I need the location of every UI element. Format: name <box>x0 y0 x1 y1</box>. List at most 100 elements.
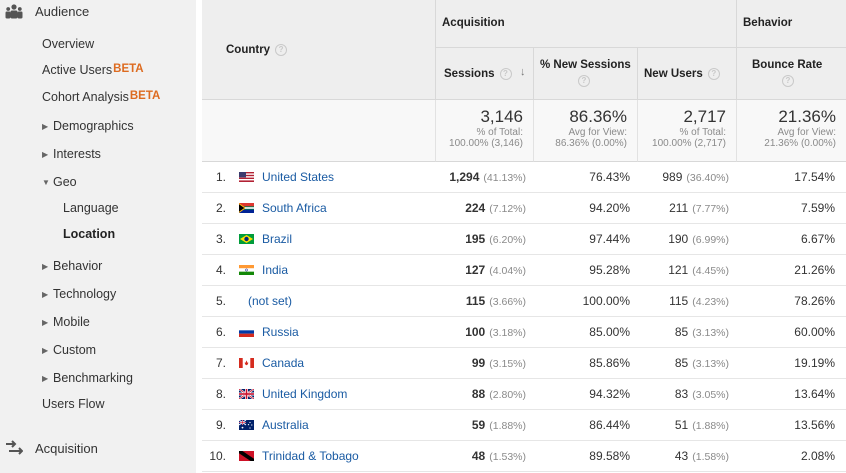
new-users-cell: 190 (6.99%) <box>638 224 729 254</box>
new-users-cell: 43 (1.58%) <box>638 441 729 471</box>
row-rank: 6. <box>215 325 226 339</box>
sessions-cell: 1,294 (41.13%) <box>436 162 526 192</box>
country-link[interactable]: India <box>262 255 288 285</box>
country-flag-icon <box>239 389 254 399</box>
sessions-percent: (3.18%) <box>489 327 526 339</box>
new-users-cell: 989 (36.40%) <box>638 162 729 192</box>
sessions-percent: (1.88%) <box>489 420 526 432</box>
new-users-header-label: New Users <box>644 68 703 81</box>
total-detail: 100.00% (3,146) <box>449 138 523 149</box>
new-users-percent: (36.40%) <box>686 172 729 184</box>
new-users-percent: (3.13%) <box>692 327 729 339</box>
sidebar-item-users-flow[interactable]: Users Flow <box>42 397 105 411</box>
sessions-percent: (41.13%) <box>483 172 526 184</box>
help-icon[interactable]: ? <box>578 75 590 87</box>
sort-descending-icon[interactable]: ↓ <box>520 66 526 78</box>
new-users-percent: (3.05%) <box>692 389 729 401</box>
country-link[interactable]: Trinidad & Tobago <box>262 441 359 471</box>
country-link[interactable]: Canada <box>262 348 304 378</box>
new-users-cell: 121 (4.45%) <box>638 255 729 285</box>
total-caption: % of Total: <box>476 127 523 138</box>
beta-badge: BETA <box>113 63 144 75</box>
country-link[interactable]: South Africa <box>262 193 327 223</box>
sidebar-section-acquisition[interactable]: Acquisition <box>0 437 196 461</box>
sessions-cell: 115 (3.66%) <box>436 286 526 316</box>
sessions-cell: 99 (3.15%) <box>436 348 526 378</box>
sessions-percent: (1.53%) <box>489 451 526 463</box>
acquisition-group-label: Acquisition <box>442 17 505 29</box>
behavior-group-header: Behavior <box>737 0 846 48</box>
sidebar-item-cohort-analysis[interactable]: Cohort AnalysisBETA <box>42 90 160 104</box>
new-sessions-column-header[interactable]: % New Sessions ? <box>534 48 638 100</box>
sessions-column-header[interactable]: Sessions? ↓ <box>436 48 534 100</box>
total-detail: 86.36% (0.00%) <box>555 138 627 149</box>
help-icon[interactable]: ? <box>707 68 720 80</box>
sidebar-item-geo[interactable]: ▼ Geo <box>42 175 77 189</box>
country-flag-icon <box>239 172 254 182</box>
country-link[interactable]: United Kingdom <box>262 379 347 409</box>
table-row[interactable]: 8. United Kingdom 88 (2.80%) 94.32% 83 (3.… <box>202 379 846 410</box>
new-sessions-cell: 94.20% <box>589 201 630 215</box>
country-link[interactable]: (not set) <box>248 286 292 316</box>
sessions-value: 1,294 <box>449 170 480 184</box>
sidebar-item-benchmarking[interactable]: ▶ Benchmarking <box>42 371 133 385</box>
sidebar-item-overview[interactable]: Overview <box>42 37 94 51</box>
expand-arrow-icon: ▶ <box>42 290 49 299</box>
table-row[interactable]: 9. Australia 59 (1.88%) 86.44% 51 (1.88%) … <box>202 410 846 441</box>
help-icon[interactable]: ? <box>499 68 512 80</box>
country-column-header[interactable]: Country? <box>202 0 436 100</box>
help-icon[interactable]: ? <box>782 75 794 87</box>
sidebar-item-custom[interactable]: ▶ Custom <box>42 343 96 357</box>
sidebar: Audience Overview Active UsersBETA Cohor… <box>0 0 196 473</box>
new-users-percent: (1.58%) <box>692 451 729 463</box>
table-row[interactable]: 3. Brazil 195 (6.20%) 97.44% 190 (6.99%) 6… <box>202 224 846 255</box>
table-row[interactable]: 2. South Africa 224 (7.12%) 94.20% 211 (7.… <box>202 193 846 224</box>
sessions-percent: (3.15%) <box>489 358 526 370</box>
sidebar-item-mobile[interactable]: ▶ Mobile <box>42 315 90 329</box>
country-link[interactable]: Russia <box>262 317 299 347</box>
table-row[interactable]: 1. United States 1,294 (41.13%) 76.43% 98… <box>202 162 846 193</box>
total-detail: 100.00% (2,717) <box>652 138 726 149</box>
sidebar-item-label: Demographics <box>53 119 134 133</box>
sidebar-item-label: Active Users <box>42 63 113 77</box>
new-sessions-header-label: % New Sessions <box>540 59 631 71</box>
help-icon[interactable]: ? <box>275 44 288 56</box>
total-value: 86.36% <box>569 107 627 126</box>
bounce-rate-header-label: Bounce Rate <box>752 59 823 71</box>
new-sessions-cell: 97.44% <box>589 232 630 246</box>
expand-arrow-icon: ▶ <box>42 122 49 131</box>
sidebar-item-active-users[interactable]: Active UsersBETA <box>42 63 144 77</box>
new-users-percent: (4.23%) <box>692 296 729 308</box>
table-row[interactable]: 5. (not set) 115 (3.66%) 100.00% 115 (4.23… <box>202 286 846 317</box>
country-link[interactable]: Australia <box>262 410 309 440</box>
new-users-column-header[interactable]: New Users? <box>638 48 737 100</box>
table-row[interactable]: 6. Russia 100 (3.18%) 85.00% 85 (3.13%) 60… <box>202 317 846 348</box>
new-users-percent: (4.45%) <box>692 265 729 277</box>
sidebar-subitem-language[interactable]: Language <box>63 201 119 215</box>
expand-arrow-icon: ▶ <box>42 318 49 327</box>
sessions-value: 195 <box>465 232 486 246</box>
row-rank: 10. <box>209 449 226 463</box>
bounce-rate-column-header[interactable]: Bounce Rate ? <box>737 48 846 100</box>
sessions-percent: (6.20%) <box>489 234 526 246</box>
sidebar-item-label: Benchmarking <box>53 371 133 385</box>
new-users-percent: (3.13%) <box>692 358 729 370</box>
sidebar-item-behavior[interactable]: ▶ Behavior <box>42 259 102 273</box>
sidebar-item-label: Behavior <box>53 259 103 273</box>
sidebar-section-audience[interactable]: Audience <box>0 0 196 24</box>
new-users-value: 85 <box>674 356 689 370</box>
table-row[interactable]: 7. Canada 99 (3.15%) 85.86% 85 (3.13%) 19.… <box>202 348 846 379</box>
sidebar-subitem-location[interactable]: Location <box>63 227 115 241</box>
sidebar-item-technology[interactable]: ▶ Technology <box>42 287 116 301</box>
table-row[interactable]: 10. Trinidad & Tobago 48 (1.53%) 89.58% 4… <box>202 441 846 472</box>
sessions-cell: 195 (6.20%) <box>436 224 526 254</box>
country-link[interactable]: United States <box>262 162 334 192</box>
bounce-rate-total: 21.36% Avg for View: 21.36% (0.00%) <box>737 100 846 162</box>
sidebar-item-interests[interactable]: ▶ Interests <box>42 147 101 161</box>
new-users-value: 211 <box>669 201 689 215</box>
sidebar-item-label: Overview <box>42 37 95 51</box>
country-flag-icon <box>239 358 254 368</box>
sidebar-item-demographics[interactable]: ▶ Demographics <box>42 119 134 133</box>
table-row[interactable]: 4. India 127 (4.04%) 95.28% 121 (4.45%) 21… <box>202 255 846 286</box>
country-link[interactable]: Brazil <box>262 224 292 254</box>
